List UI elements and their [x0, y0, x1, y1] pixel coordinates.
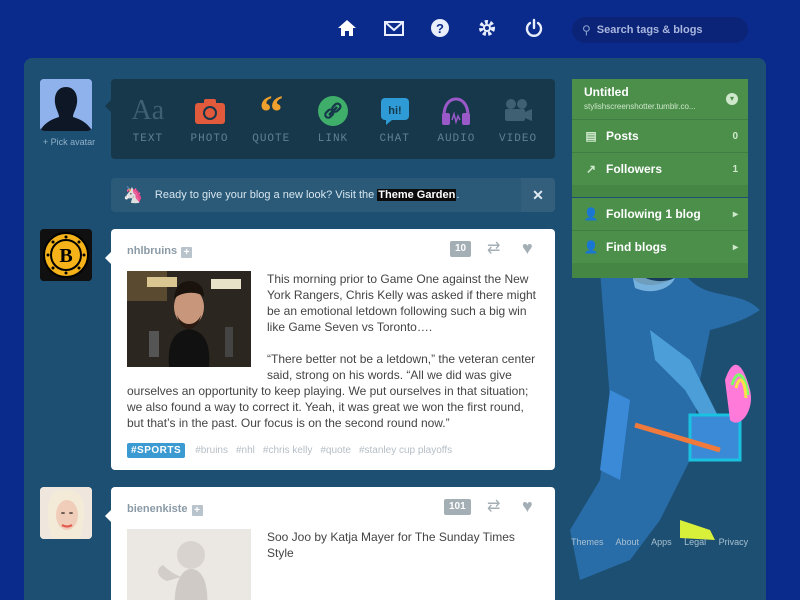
- help-icon[interactable]: ?: [429, 18, 451, 40]
- home-icon[interactable]: [336, 18, 358, 40]
- close-notice-button[interactable]: ✕: [521, 178, 555, 212]
- search-input[interactable]: [596, 24, 737, 36]
- sidebar-item-label: Following 1 blog: [606, 207, 701, 221]
- blog-url: stylishscreenshotter.tumblr.co...: [584, 102, 696, 111]
- blog-header[interactable]: Untitled stylishscreenshotter.tumblr.co.…: [572, 79, 748, 119]
- post-type-quote[interactable]: “ QUOTE: [243, 86, 299, 146]
- footer-link-themes[interactable]: Themes: [571, 537, 604, 547]
- sidebar-item-label: Followers: [606, 162, 663, 176]
- post-card: nhlbruins + 10 ⇄ ♥ This morning prior to …: [111, 229, 555, 470]
- notes-count[interactable]: 101: [444, 499, 471, 515]
- search-icon: ⚲: [582, 23, 591, 37]
- posts-count: 0: [732, 130, 738, 142]
- post-photo[interactable]: [127, 271, 251, 367]
- post-type-link[interactable]: LINK: [305, 93, 361, 145]
- gear-icon[interactable]: [476, 18, 498, 40]
- footer-link-apps[interactable]: Apps: [651, 537, 672, 547]
- tag-link[interactable]: #stanley cup playoffs: [359, 445, 452, 456]
- post-body: This morning prior to Game One against t…: [127, 271, 539, 447]
- post-author-row: bienenkiste +: [127, 503, 203, 516]
- post-type-photo[interactable]: PHOTO: [182, 93, 238, 145]
- chevron-down-icon[interactable]: ▾: [726, 93, 738, 105]
- sidebar-item-label: Find blogs: [606, 240, 667, 254]
- sidebar-item-followers[interactable]: ↗ Followers 1: [572, 153, 748, 185]
- tag-link[interactable]: #chris kelly: [263, 445, 312, 456]
- sidebar-item-following[interactable]: 👤 Following 1 blog ▸: [572, 198, 748, 230]
- post-body: Soo Joo by Katja Mayer for The Sunday Ti…: [127, 529, 539, 600]
- post-photo[interactable]: [127, 529, 251, 600]
- compose-bar: Aa TEXT PHOTO “ QUOTE LINK hi! CHAT AUDI…: [111, 79, 555, 159]
- power-icon[interactable]: [523, 18, 545, 40]
- sidebar-spacer: [572, 185, 748, 197]
- sidebar-item-label: Posts: [606, 129, 639, 143]
- post-type-text[interactable]: Aa TEXT: [120, 93, 176, 145]
- sidebar-spacer: [572, 263, 748, 278]
- reblog-icon[interactable]: ⇄: [487, 241, 507, 257]
- link-icon: [305, 93, 361, 129]
- follow-button[interactable]: +: [191, 505, 203, 516]
- notice-period: .: [456, 189, 460, 201]
- headphones-icon: [428, 93, 484, 129]
- person-icon: 👤: [583, 207, 599, 221]
- post-author-avatar[interactable]: B: [40, 229, 92, 281]
- post-author-name[interactable]: bienenkiste: [127, 503, 188, 515]
- heart-icon[interactable]: ♥: [522, 239, 540, 257]
- tag-link[interactable]: #quote: [320, 445, 351, 456]
- svg-text:?: ?: [436, 21, 444, 36]
- post-card: bienenkiste + 101 ⇄ ♥ Soo Joo by Katja Ma…: [111, 487, 555, 600]
- notes-count[interactable]: 10: [450, 241, 472, 257]
- sidebar-item-find-blogs[interactable]: 👤 Find blogs ▸: [572, 231, 748, 263]
- quote-icon: “: [259, 86, 284, 139]
- theme-garden-notice: 🦄 Ready to give your blog a new look? Vi…: [111, 178, 555, 212]
- theme-garden-link[interactable]: Theme Garden: [377, 189, 457, 201]
- chevron-right-icon: ▸: [732, 241, 738, 253]
- post-author-name[interactable]: nhlbruins: [127, 245, 177, 257]
- notice-text: Ready to give your blog a new look? Visi…: [154, 189, 378, 201]
- footer-link-legal[interactable]: Legal: [684, 537, 706, 547]
- add-person-icon: 👤: [583, 240, 599, 254]
- svg-text:hi!: hi!: [388, 105, 401, 117]
- tag-link[interactable]: #bruins: [195, 445, 228, 456]
- post-type-audio[interactable]: AUDIO: [428, 93, 484, 145]
- follow-button[interactable]: +: [181, 247, 193, 258]
- footer-link-about[interactable]: About: [616, 537, 640, 547]
- heart-icon[interactable]: ♥: [522, 497, 540, 515]
- svg-text:B: B: [59, 245, 72, 267]
- sports-badge[interactable]: #SPORTS: [127, 443, 186, 458]
- search-box[interactable]: ⚲: [572, 17, 748, 43]
- blog-title: Untitled: [584, 85, 629, 99]
- pick-avatar-link[interactable]: + Pick avatar: [40, 137, 98, 147]
- sidebar-item-posts[interactable]: ▤ Posts 0: [572, 120, 748, 152]
- mail-icon[interactable]: [383, 18, 405, 40]
- followers-count: 1: [732, 163, 738, 175]
- text-icon: Aa: [131, 95, 165, 126]
- chevron-right-icon: ▸: [732, 208, 738, 220]
- chat-icon: hi!: [367, 93, 423, 129]
- chart-icon: ↗: [585, 162, 597, 176]
- footer-links: Themes About Apps Legal Privacy: [571, 537, 758, 547]
- post-type-chat[interactable]: hi! CHAT: [367, 93, 423, 145]
- post-tags: #SPORTS #bruins #nhl #chris kelly #quote…: [127, 443, 460, 458]
- video-camera-icon: [490, 93, 546, 129]
- footer-link-privacy[interactable]: Privacy: [719, 537, 749, 547]
- post-author-avatar[interactable]: [40, 487, 92, 539]
- tag-link[interactable]: #nhl: [236, 445, 255, 456]
- camera-icon: [182, 93, 238, 129]
- unicorn-icon: 🦄: [123, 187, 143, 204]
- post-type-video[interactable]: VIDEO: [490, 93, 546, 145]
- post-author-row: nhlbruins +: [127, 245, 193, 258]
- user-avatar[interactable]: [40, 79, 92, 131]
- reblog-icon[interactable]: ⇄: [487, 499, 507, 515]
- top-navigation: ? ⚲: [0, 0, 800, 58]
- posts-icon: ▤: [585, 129, 597, 143]
